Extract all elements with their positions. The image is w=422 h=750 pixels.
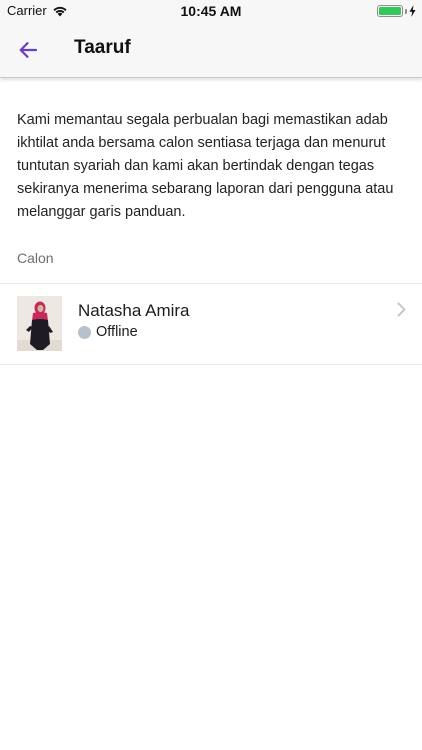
candidate-name: Natasha Amira [78, 301, 190, 320]
chevron-right-icon [397, 302, 406, 317]
status-bar: Carrier 10:45 AM [0, 0, 422, 22]
battery-indicator [377, 5, 416, 17]
navigation-bar: Taaruf [0, 22, 422, 78]
charging-bolt-icon [409, 5, 416, 17]
page-title: Taaruf [74, 37, 131, 58]
back-button[interactable] [14, 36, 42, 64]
divider [0, 364, 422, 365]
status-dot [78, 325, 91, 339]
conduct-notice: Kami memantau segala perbualan bagi mema… [17, 112, 394, 220]
battery-tip [405, 8, 407, 14]
section-header-candidates: Calon [17, 250, 54, 266]
candidate-row[interactable]: Natasha Amira Offline [0, 283, 422, 364]
battery-icon [377, 5, 403, 17]
status-label: Offline [96, 324, 138, 340]
battery-level [379, 7, 401, 15]
arrow-left-icon [19, 42, 38, 58]
candidate-avatar [17, 296, 62, 351]
candidate-status: Offline [78, 324, 138, 340]
clock: 10:45 AM [180, 3, 242, 19]
